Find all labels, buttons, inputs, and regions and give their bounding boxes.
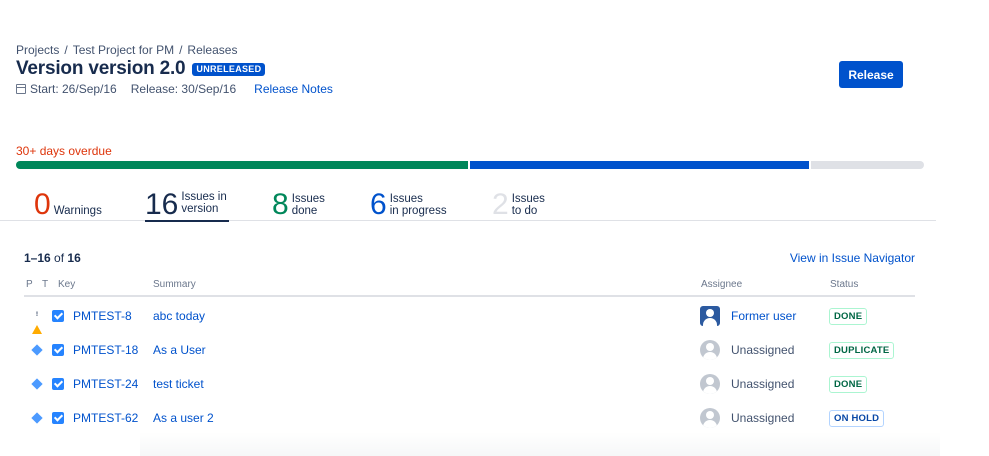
release-date: Release: 30/Sep/16 (130, 82, 237, 96)
version-meta: Start: 26/Sep/16 Release: 30/Sep/16 Rele… (16, 82, 333, 96)
progress-done-segment[interactable] (16, 161, 468, 169)
breadcrumb-project[interactable]: Test Project for PM (73, 43, 174, 57)
stat-warnings[interactable]: 0 Warnings (34, 184, 102, 220)
to-do-label: Issues to do (511, 193, 545, 217)
task-icon (52, 412, 64, 424)
assignee: Unassigned (731, 377, 795, 391)
status-badge: ON HOLD (829, 410, 885, 427)
priority-diamond-icon (31, 344, 43, 356)
page-title: Version version 2.0 (16, 58, 186, 79)
avatar (700, 408, 720, 428)
to-do-count: 2 (492, 188, 509, 221)
issue-count: 1–16 of 16 (24, 251, 81, 265)
calendar-icon (16, 84, 26, 94)
issue-summary[interactable]: test ticket (153, 377, 204, 391)
priority-diamond-icon (31, 378, 43, 390)
issue-range: 1–16 (24, 251, 51, 265)
table-row[interactable]: PMTEST-62 As a user 2 Unassigned ON HOLD (24, 401, 915, 435)
priority-warning-icon (32, 311, 42, 334)
column-status[interactable]: Status (830, 279, 858, 290)
issue-summary[interactable]: As a User (153, 343, 206, 357)
avatar (700, 374, 720, 394)
progress-bar (16, 161, 924, 169)
in-progress-count: 6 (370, 188, 387, 221)
stat-issues-to-do[interactable]: 2 Issues to do (492, 184, 545, 220)
avatar (700, 340, 720, 360)
progress-in-progress-segment[interactable] (470, 161, 809, 169)
status-badge: DONE (829, 376, 868, 393)
release-notes-link[interactable]: Release Notes (254, 82, 333, 96)
breadcrumb-separator: / (179, 43, 183, 57)
release-button[interactable]: Release (839, 61, 903, 88)
done-count: 8 (272, 188, 289, 221)
issue-total: 16 (67, 251, 81, 265)
issue-key[interactable]: PMTEST-18 (73, 343, 138, 357)
stat-issues-in-version[interactable]: 16 Issues in version (145, 184, 229, 222)
issue-key[interactable]: PMTEST-62 (73, 411, 138, 425)
issue-count-of: of (54, 251, 65, 265)
column-priority[interactable]: P (26, 279, 33, 290)
progress-to-do-segment[interactable] (811, 161, 924, 169)
version-count: 16 (145, 188, 179, 221)
done-label: Issues done (291, 193, 325, 217)
status-badge: DUPLICATE (829, 342, 895, 359)
issue-key[interactable]: PMTEST-24 (73, 377, 138, 391)
breadcrumb-separator: / (64, 43, 68, 57)
task-icon (52, 344, 64, 356)
column-type[interactable]: T (42, 279, 48, 290)
task-icon (52, 378, 64, 390)
column-summary[interactable]: Summary (153, 279, 196, 290)
column-key[interactable]: Key (58, 279, 75, 290)
stat-issues-in-progress[interactable]: 6 Issues in progress (370, 184, 447, 220)
title-row: Version version 2.0 UNRELEASED (16, 58, 266, 80)
stat-issues-done[interactable]: 8 Issues done (272, 184, 325, 220)
version-label: Issues in version (181, 191, 227, 215)
assignee[interactable]: Former user (731, 309, 796, 323)
column-assignee[interactable]: Assignee (701, 279, 742, 290)
status-badge: DONE (829, 308, 868, 325)
in-progress-label: Issues in progress (389, 193, 447, 217)
assignee: Unassigned (731, 343, 795, 357)
assignee: Unassigned (731, 411, 795, 425)
stats-bar: 0 Warnings 16 Issues in version 8 Issues d… (0, 184, 936, 222)
start-date: Start: 26/Sep/16 (30, 82, 117, 96)
table-row[interactable]: PMTEST-24 test ticket Unassigned DONE (24, 367, 915, 401)
warnings-label: Warnings (53, 205, 102, 217)
issue-key[interactable]: PMTEST-8 (73, 309, 132, 323)
table-row[interactable]: PMTEST-8 abc today Former user DONE (24, 299, 915, 334)
task-icon (52, 310, 64, 322)
view-in-issue-navigator-link[interactable]: View in Issue Navigator (790, 251, 915, 265)
warnings-count: 0 (34, 188, 51, 221)
issue-summary[interactable]: As a user 2 (153, 411, 214, 425)
table-row[interactable]: PMTEST-18 As a User Unassigned DUPLICATE (24, 333, 915, 367)
avatar (700, 306, 720, 326)
overdue-text: 30+ days overdue (16, 144, 112, 158)
breadcrumb: Projects / Test Project for PM / Releases (16, 43, 237, 57)
bottom-fade (140, 432, 940, 456)
priority-diamond-icon (31, 412, 43, 424)
issue-summary[interactable]: abc today (153, 309, 205, 323)
table-header: P T Key Summary Assignee Status (24, 274, 915, 297)
breadcrumb-releases[interactable]: Releases (187, 43, 237, 57)
unreleased-lozenge: UNRELEASED (192, 62, 266, 76)
breadcrumb-projects[interactable]: Projects (16, 43, 59, 57)
